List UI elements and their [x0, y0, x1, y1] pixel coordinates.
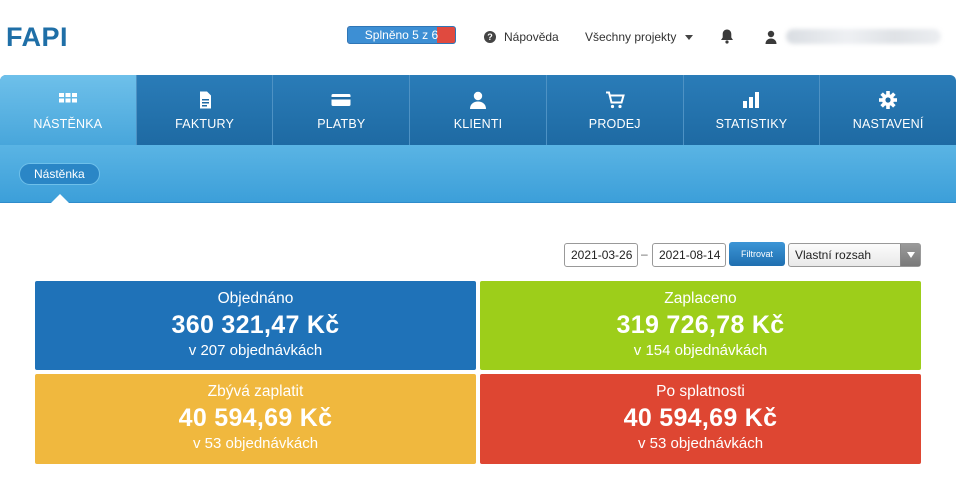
filter-button[interactable]: Filtrovat: [729, 242, 785, 266]
main-nav: NÁSTĚNKA FAKTURY PLATBY KLIENTI PRODEJ S…: [0, 75, 956, 145]
user-name-blurred[interactable]: [786, 29, 941, 44]
nav-label: PRODEJ: [588, 117, 641, 131]
stat-value: 40 594,69 Kč: [178, 404, 333, 432]
nav-item-clients[interactable]: KLIENTI: [410, 75, 547, 145]
date-from-input[interactable]: 2021-03-26: [564, 243, 638, 267]
nav-item-statistics[interactable]: STATISTIKY: [684, 75, 821, 145]
user-icon: [470, 91, 487, 109]
stat-sub: v 53 objednávkách: [637, 435, 764, 452]
range-select[interactable]: Vlastní rozsah: [788, 243, 921, 267]
projects-dropdown[interactable]: Všechny projekty: [585, 30, 694, 44]
stat-value: 360 321,47 Kč: [171, 311, 340, 339]
progress-label: Splněno 5 z 6: [364, 28, 439, 42]
sub-nav: Nástěnka: [0, 145, 956, 203]
nav-item-settings[interactable]: NASTAVENÍ: [820, 75, 956, 145]
active-indicator: [50, 194, 70, 204]
onboarding-progress[interactable]: Splněno 5 z 6: [347, 26, 456, 44]
bar-chart-icon: [743, 92, 760, 108]
nav-item-sales[interactable]: PRODEJ: [547, 75, 684, 145]
stat-value: 319 726,78 Kč: [616, 311, 785, 339]
help-link[interactable]: ? Nápověda: [484, 30, 559, 44]
nav-label: NÁSTĚNKA: [33, 117, 103, 131]
credit-card-icon: [331, 94, 351, 106]
projects-label: Všechny projekty: [585, 30, 677, 44]
stat-label: Objednáno: [217, 290, 294, 307]
stat-ordered: Objednáno 360 321,47 Kč v 207 objednávká…: [35, 281, 476, 370]
app-logo[interactable]: FAPI: [6, 22, 68, 53]
nav-item-invoices[interactable]: FAKTURY: [137, 75, 274, 145]
stat-value: 40 594,69 Kč: [623, 404, 778, 432]
breadcrumb-dashboard[interactable]: Nástěnka: [19, 163, 100, 185]
stat-label: Zaplaceno: [664, 290, 737, 307]
dashboard-icon: [58, 93, 77, 103]
top-bar: FAPI Splněno 5 z 6 ? Nápověda Všechny pr…: [0, 0, 956, 75]
nav-label: NASTAVENÍ: [852, 117, 924, 131]
stat-label: Zbývá zaplatit: [207, 383, 304, 400]
nav-item-payments[interactable]: PLATBY: [273, 75, 411, 145]
document-icon: [199, 91, 211, 109]
date-to-input[interactable]: 2021-08-14: [652, 243, 726, 267]
nav-label: KLIENTI: [453, 117, 503, 131]
stat-sub: v 207 objednávkách: [188, 342, 323, 359]
gear-icon: [879, 91, 898, 109]
bell-icon[interactable]: [720, 28, 734, 44]
stat-remaining: Zbývá zaplatit 40 594,69 Kč v 53 objedná…: [35, 374, 476, 464]
nav-item-dashboard[interactable]: NÁSTĚNKA: [0, 75, 137, 145]
stat-sub: v 53 objednávkách: [192, 435, 319, 452]
help-label: Nápověda: [504, 30, 559, 44]
cart-icon: [605, 91, 625, 109]
stat-sub: v 154 objednávkách: [633, 342, 768, 359]
nav-label: STATISTIKY: [715, 117, 788, 131]
stat-paid: Zaplaceno 319 726,78 Kč v 154 objednávká…: [480, 281, 921, 370]
stat-overdue: Po splatnosti 40 594,69 Kč v 53 objednáv…: [480, 374, 921, 464]
question-circle-icon: ?: [484, 31, 496, 43]
chevron-down-icon: [900, 244, 920, 266]
date-separator: –: [641, 247, 648, 261]
range-select-value: Vlastní rozsah: [795, 248, 872, 262]
nav-label: PLATBY: [317, 117, 366, 131]
user-icon[interactable]: [765, 30, 777, 44]
chevron-down-icon: [685, 34, 694, 40]
nav-label: FAKTURY: [175, 117, 234, 131]
stat-label: Po splatnosti: [656, 383, 745, 400]
